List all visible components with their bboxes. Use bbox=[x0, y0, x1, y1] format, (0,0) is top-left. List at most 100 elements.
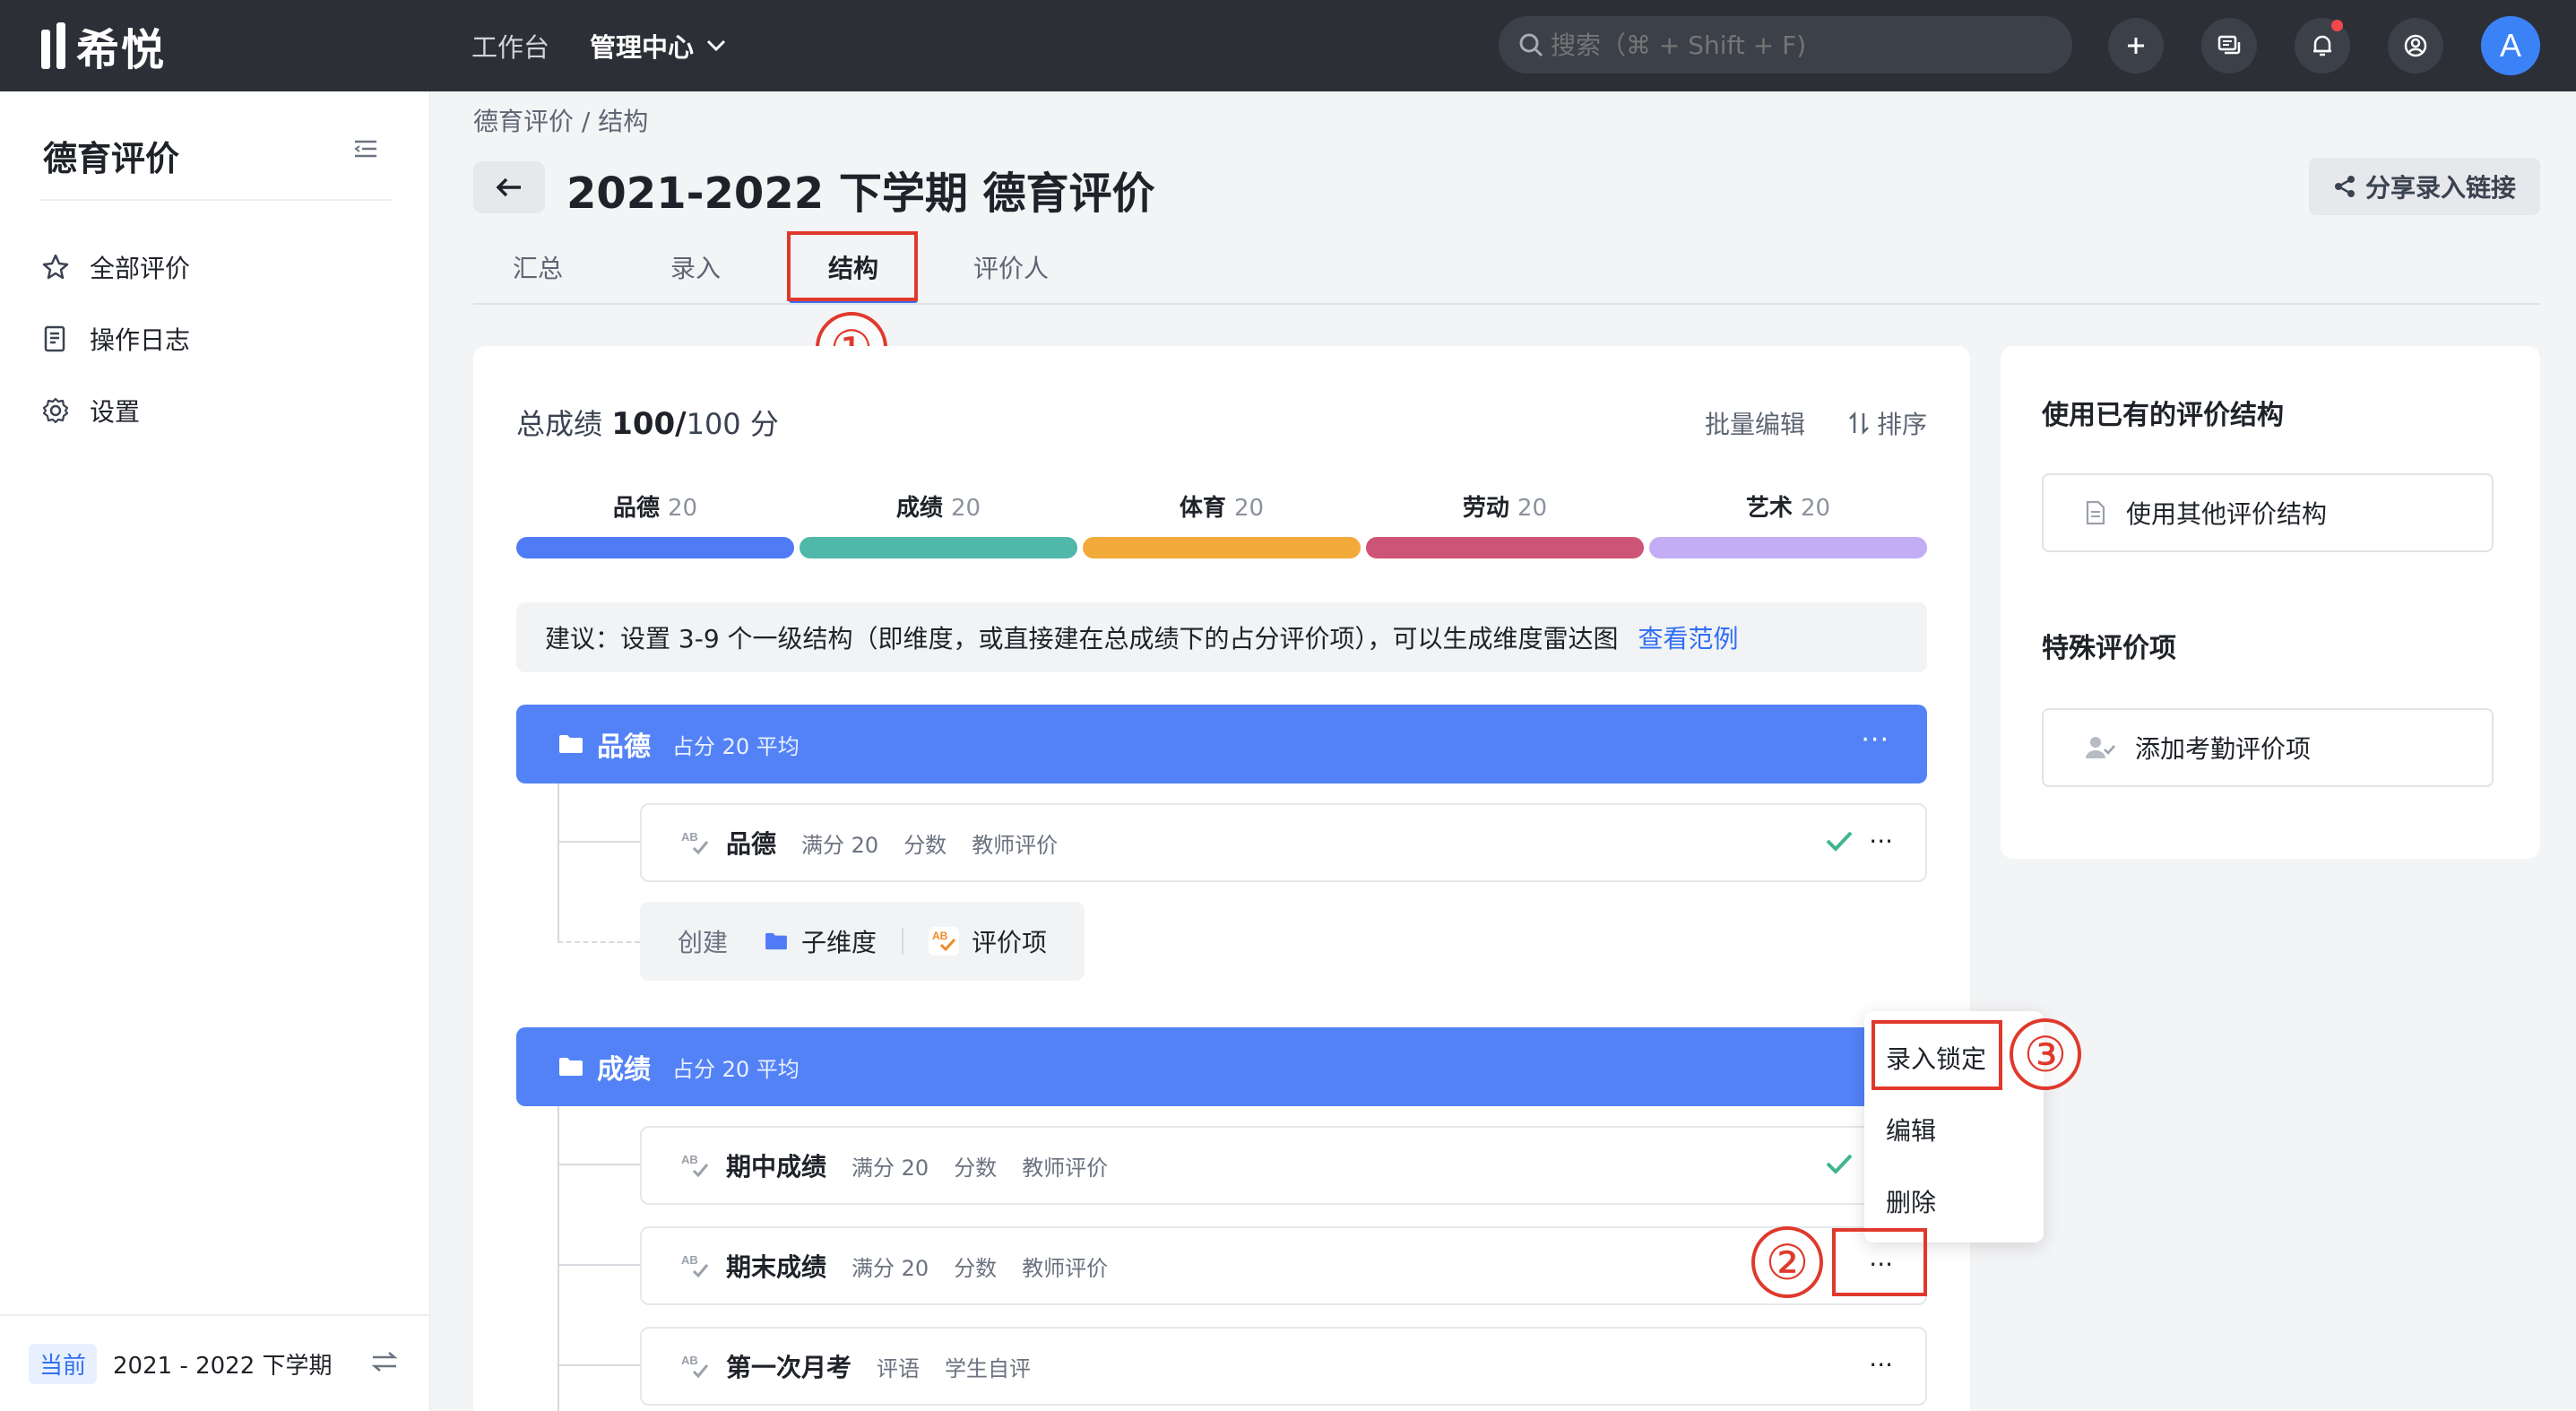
dimension-bar bbox=[1649, 537, 1927, 558]
ab-check-icon: AB bbox=[681, 1153, 709, 1178]
item-more-button[interactable]: ··· bbox=[1869, 827, 1893, 856]
group-meta: 占分 20 平均 bbox=[672, 1056, 800, 1082]
dimension-yishu: 艺术 20 bbox=[1649, 489, 1927, 558]
star-icon bbox=[42, 254, 69, 280]
ab-check-icon: AB bbox=[929, 927, 960, 956]
item-meta-fullscore: 满分 20 bbox=[801, 832, 879, 858]
avatar[interactable]: A bbox=[2481, 16, 2540, 75]
folder-icon bbox=[559, 1058, 583, 1076]
menu-item-delete[interactable]: 删除 bbox=[1886, 1183, 1936, 1219]
view-example-link[interactable]: 查看范例 bbox=[1638, 619, 1739, 655]
item-row-pinde[interactable]: AB 品德 满分 20 分数 教师评价 ··· bbox=[640, 803, 1927, 882]
group-header-chengji[interactable]: 成绩 占分 20 平均 bbox=[516, 1027, 1927, 1106]
folder-icon bbox=[765, 932, 787, 950]
logo-mark-icon bbox=[41, 22, 65, 69]
use-other-structure-label: 使用其他评价结构 bbox=[2126, 499, 2328, 529]
group-name: 成绩 bbox=[597, 1054, 651, 1086]
check-icon bbox=[1826, 1154, 1853, 1174]
dimension-score: 20 bbox=[1517, 495, 1548, 522]
swap-icon[interactable] bbox=[371, 1350, 398, 1373]
add-button[interactable] bbox=[2108, 18, 2164, 74]
item-row-first-monthly[interactable]: AB 第一次月考 评语 学生自评 ··· bbox=[640, 1327, 1927, 1406]
dimension-label: 艺术 20 bbox=[1649, 489, 1927, 523]
term-selector[interactable]: 当前 2021 - 2022 下学期 bbox=[0, 1314, 430, 1411]
tab-entry[interactable]: 录入 bbox=[670, 249, 721, 285]
create-eval-item-button[interactable]: AB 评价项 bbox=[929, 923, 1047, 959]
group-more-button[interactable]: ··· bbox=[1861, 724, 1889, 756]
page-title: 2021-2022 下学期 德育评价 bbox=[566, 169, 1155, 219]
notification-dot bbox=[2331, 20, 2343, 31]
item-more-button[interactable]: ··· bbox=[1869, 1350, 1893, 1380]
sidebar-item-settings[interactable]: 设置 bbox=[41, 393, 140, 428]
create-sub-dimension-button[interactable]: 子维度 bbox=[764, 923, 877, 959]
dimension-name: 成绩 bbox=[895, 495, 943, 522]
item-meta-evaluator: 学生自评 bbox=[945, 1355, 1032, 1381]
dimension-score: 20 bbox=[667, 495, 698, 522]
search-input[interactable] bbox=[1551, 30, 2053, 60]
back-button[interactable] bbox=[473, 161, 545, 213]
menu-item-edit[interactable]: 编辑 bbox=[1886, 1112, 1936, 1147]
current-term-badge: 当前 bbox=[29, 1343, 98, 1384]
nav-admin-center[interactable]: 管理中心 bbox=[590, 27, 726, 65]
search-icon bbox=[1519, 33, 1543, 57]
sidebar-collapse-button[interactable] bbox=[353, 138, 378, 166]
ab-check-icon: AB bbox=[681, 1354, 709, 1379]
document-icon bbox=[44, 325, 65, 352]
item-row-midterm[interactable]: AB 期中成绩 满分 20 分数 教师评价 bbox=[640, 1126, 1927, 1205]
dimension-name: 品德 bbox=[612, 495, 660, 522]
dimension-score: 20 bbox=[1233, 495, 1265, 522]
messages-button[interactable] bbox=[2201, 18, 2257, 74]
dimension-bar bbox=[800, 537, 1077, 558]
dimension-score: 20 bbox=[950, 495, 981, 522]
search-bar[interactable] bbox=[1499, 16, 2072, 74]
svg-text:AB: AB bbox=[681, 1153, 698, 1166]
dimension-bar bbox=[516, 537, 794, 558]
item-meta-type: 分数 bbox=[954, 1155, 998, 1181]
current-term-label: 2021 - 2022 下学期 bbox=[113, 1352, 333, 1380]
batch-edit-button[interactable]: 批量编辑 bbox=[1705, 405, 1805, 441]
item-name: 品德 bbox=[726, 829, 777, 859]
svg-text:AB: AB bbox=[681, 1253, 698, 1267]
app-logo[interactable]: 希悦 bbox=[41, 20, 166, 75]
total-score-prefix: 总成绩 bbox=[516, 407, 612, 441]
total-score-value: 100/ bbox=[611, 406, 687, 442]
create-sub-dimension-label: 子维度 bbox=[801, 928, 877, 957]
user-circle-icon bbox=[2404, 34, 2427, 57]
sidebar: 德育评价 全部评价 操作日志 设置 当前 2021 - 2022 下学期 bbox=[0, 91, 430, 1411]
item-row-final[interactable]: AB 期末成绩 满分 20 分数 教师评价 ··· bbox=[640, 1226, 1927, 1305]
share-entry-link-button[interactable]: 分享录入链接 bbox=[2309, 158, 2540, 215]
item-meta-fullscore: 满分 20 bbox=[851, 1155, 929, 1181]
ab-check-icon: AB bbox=[681, 1253, 709, 1278]
sidebar-title: 德育评价 bbox=[43, 139, 180, 178]
tab-summary[interactable]: 汇总 bbox=[513, 249, 563, 285]
tab-bar: 汇总 录入 结构 评价人 bbox=[473, 229, 2540, 305]
structure-card: 总成绩 100/100 分 批量编辑 排序 品德 20 成绩 20 体育 20 … bbox=[473, 346, 1970, 1411]
dimension-bars: 品德 20 成绩 20 体育 20 劳动 20 艺术 20 bbox=[516, 489, 1927, 558]
sidebar-item-label: 设置 bbox=[90, 397, 141, 427]
dimension-name: 劳动 bbox=[1462, 495, 1509, 522]
create-eval-item-label: 评价项 bbox=[972, 928, 1048, 957]
sidebar-item-operation-log[interactable]: 操作日志 bbox=[41, 321, 190, 357]
create-divider bbox=[902, 928, 904, 955]
collapse-menu-icon bbox=[354, 140, 376, 158]
use-other-structure-button[interactable]: 使用其他评价结构 bbox=[2042, 473, 2494, 552]
user-check-icon bbox=[2086, 737, 2115, 758]
gear-icon bbox=[42, 397, 69, 424]
tree-connector bbox=[558, 783, 559, 941]
account-switch-button[interactable] bbox=[2388, 18, 2443, 74]
item-name: 期中成绩 bbox=[726, 1152, 827, 1182]
chat-icon bbox=[2217, 35, 2241, 55]
sort-button[interactable]: 排序 bbox=[1848, 405, 1927, 441]
svg-text:AB: AB bbox=[932, 930, 948, 942]
dimension-name: 艺术 bbox=[1745, 495, 1793, 522]
tab-evaluators[interactable]: 评价人 bbox=[973, 249, 1049, 285]
notifications-button[interactable] bbox=[2295, 18, 2350, 74]
nav-workbench[interactable]: 工作台 bbox=[471, 27, 549, 65]
check-icon bbox=[1826, 831, 1853, 852]
add-attendance-item-button[interactable]: 添加考勤评价项 bbox=[2042, 708, 2494, 787]
group-header-pinde[interactable]: 品德 占分 20 平均 ··· bbox=[516, 705, 1927, 783]
dimension-bar bbox=[1366, 537, 1644, 558]
sidebar-item-all-evaluations[interactable]: 全部评价 bbox=[41, 249, 190, 285]
create-box: 创建 子维度 AB 评价项 bbox=[640, 902, 1085, 981]
sidebar-item-label: 操作日志 bbox=[90, 325, 191, 355]
